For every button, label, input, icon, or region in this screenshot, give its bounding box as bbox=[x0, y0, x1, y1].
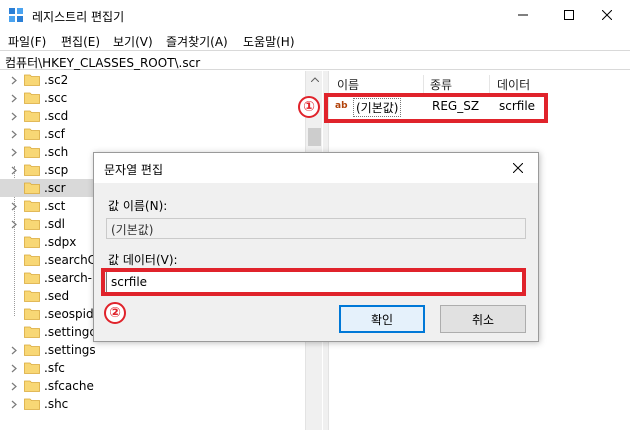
folder-icon bbox=[24, 325, 40, 338]
close-icon bbox=[602, 10, 612, 20]
tree-item-label: .scp bbox=[44, 163, 69, 177]
folder-icon bbox=[24, 361, 40, 374]
ok-button[interactable]: 확인 bbox=[339, 305, 425, 333]
dialog-title-bar: 문자열 편집 bbox=[94, 153, 538, 183]
address-path[interactable]: 컴퓨터\HKEY_CLASSES_ROOT\.scr bbox=[5, 54, 200, 71]
chevron-right-icon[interactable] bbox=[8, 217, 20, 231]
value-name-field: (기본값) bbox=[106, 218, 526, 239]
menu-edit[interactable]: 편집(E) bbox=[61, 33, 100, 50]
close-button[interactable] bbox=[584, 0, 630, 30]
chevron-right-icon[interactable] bbox=[8, 397, 20, 411]
address-bar[interactable]: 컴퓨터\HKEY_CLASSES_ROOT\.scr bbox=[0, 50, 630, 70]
folder-icon bbox=[24, 127, 40, 140]
tree-item-label: .scc bbox=[44, 91, 68, 105]
folder-icon bbox=[24, 199, 40, 212]
minimize-icon bbox=[518, 14, 528, 16]
folder-icon bbox=[24, 271, 40, 284]
highlight-box-value-row bbox=[324, 93, 548, 123]
menu-favorites[interactable]: 즐겨찾기(A) bbox=[166, 33, 228, 50]
menu-file[interactable]: 파일(F) bbox=[8, 33, 46, 50]
tree-item[interactable]: .scd bbox=[0, 107, 305, 125]
chevron-right-icon[interactable] bbox=[8, 361, 20, 375]
folder-icon bbox=[24, 289, 40, 302]
tree-item[interactable]: .scc bbox=[0, 89, 305, 107]
tree-item[interactable]: .scf bbox=[0, 125, 305, 143]
step-badge-2: ② bbox=[104, 302, 126, 324]
folder-icon bbox=[24, 343, 40, 356]
tree-item-label: .scd bbox=[44, 109, 69, 123]
chevron-right-icon[interactable] bbox=[8, 199, 20, 213]
tree-item[interactable]: .sfc bbox=[0, 359, 305, 377]
folder-icon bbox=[24, 73, 40, 86]
chevron-right-icon[interactable] bbox=[8, 343, 20, 357]
folder-icon bbox=[24, 397, 40, 410]
close-icon bbox=[513, 163, 523, 173]
folder-icon bbox=[24, 235, 40, 248]
value-data-label: 값 데이터(V): bbox=[108, 253, 178, 267]
folder-icon bbox=[24, 145, 40, 158]
folder-icon bbox=[24, 379, 40, 392]
tree-item[interactable]: .settings bbox=[0, 341, 305, 359]
tree-item-label: .sed bbox=[44, 289, 70, 303]
tree-item-label: .sdl bbox=[44, 217, 66, 231]
maximize-icon bbox=[564, 10, 574, 20]
tree-item-label: .scf bbox=[44, 127, 65, 141]
step-badge-1: ① bbox=[298, 96, 320, 118]
tree-item-label: .sct bbox=[44, 199, 66, 213]
column-header-name[interactable]: 이름 bbox=[337, 76, 359, 93]
folder-icon bbox=[24, 163, 40, 176]
tree-item[interactable]: .sfcache bbox=[0, 377, 305, 395]
chevron-up-icon bbox=[310, 77, 319, 82]
column-header-type[interactable]: 종류 bbox=[430, 76, 452, 93]
dialog-title: 문자열 편집 bbox=[104, 163, 164, 177]
highlight-box-data-field bbox=[101, 268, 526, 296]
chevron-right-icon[interactable] bbox=[8, 163, 20, 177]
chevron-right-icon[interactable] bbox=[8, 109, 20, 123]
tree-item-label: .sdpx bbox=[44, 235, 77, 249]
chevron-right-icon[interactable] bbox=[8, 91, 20, 105]
tree-item[interactable]: .sc2 bbox=[0, 71, 305, 89]
chevron-right-icon[interactable] bbox=[8, 73, 20, 87]
tree-item-label: .shc bbox=[44, 397, 69, 411]
tree-item-label: .scr bbox=[44, 181, 66, 195]
menu-help[interactable]: 도움말(H) bbox=[243, 33, 295, 50]
scroll-thumb[interactable] bbox=[308, 128, 321, 146]
minimize-button[interactable] bbox=[500, 0, 546, 30]
folder-icon bbox=[24, 91, 40, 104]
column-divider[interactable] bbox=[489, 75, 490, 93]
cancel-button[interactable]: 취소 bbox=[440, 305, 526, 333]
folder-icon bbox=[24, 253, 40, 266]
window-title: 레지스트리 편집기 bbox=[32, 10, 125, 24]
value-name-label: 값 이름(N): bbox=[108, 199, 168, 213]
folder-icon bbox=[24, 307, 40, 320]
tree-item-label: .sch bbox=[44, 145, 69, 159]
column-divider[interactable] bbox=[423, 75, 424, 93]
folder-icon bbox=[24, 181, 40, 194]
chevron-right-icon[interactable] bbox=[8, 127, 20, 141]
menu-view[interactable]: 보기(V) bbox=[113, 33, 153, 50]
column-header-data[interactable]: 데이터 bbox=[497, 76, 530, 93]
registry-editor-icon bbox=[9, 8, 23, 22]
chevron-right-icon[interactable] bbox=[8, 145, 20, 159]
tree-item[interactable]: .shc bbox=[0, 395, 305, 413]
menu-bar: 파일(F) 편집(E) 보기(V) 즐겨찾기(A) 도움말(H) bbox=[0, 30, 630, 50]
edit-string-dialog: 문자열 편집 값 이름(N): (기본값) 값 데이터(V): scrfile … bbox=[93, 152, 539, 342]
tree-item-label: .sc2 bbox=[44, 73, 69, 87]
scroll-up-button[interactable] bbox=[306, 71, 323, 88]
chevron-right-icon[interactable] bbox=[8, 379, 20, 393]
tree-item-label: .sfcache bbox=[44, 379, 94, 393]
folder-icon bbox=[24, 217, 40, 230]
dialog-close-button[interactable] bbox=[498, 153, 538, 183]
folder-icon bbox=[24, 109, 40, 122]
tree-item-label: .sfc bbox=[44, 361, 65, 375]
tree-item-label: .settings bbox=[44, 343, 96, 357]
title-bar: 레지스트리 편집기 bbox=[0, 0, 630, 30]
